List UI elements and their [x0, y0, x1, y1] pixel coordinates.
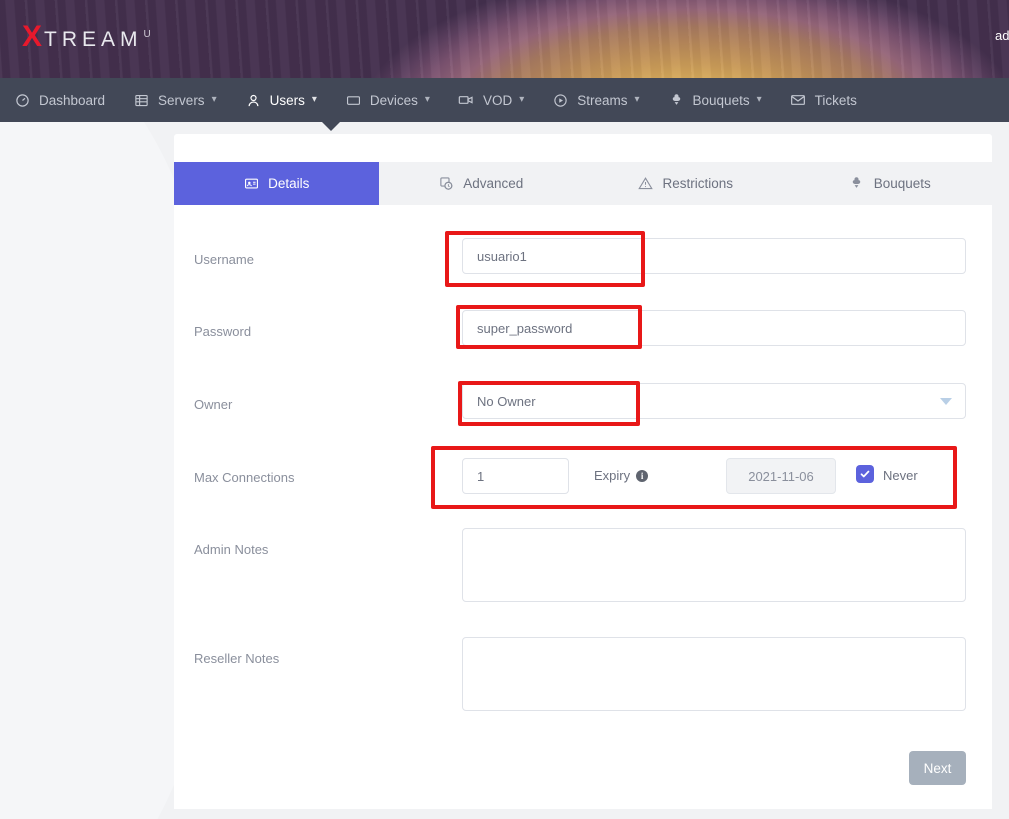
active-nav-pointer: [322, 122, 340, 131]
form-tabs: Details Advanced Restrictions: [174, 162, 992, 205]
max-connections-input[interactable]: [462, 458, 569, 494]
header-banner-background: [0, 0, 1009, 78]
nav-item-vod[interactable]: VOD ▾: [444, 78, 538, 122]
nav-label: Dashboard: [39, 93, 105, 108]
username-label: Username: [194, 252, 254, 267]
password-label: Password: [194, 324, 251, 339]
owner-label: Owner: [194, 397, 232, 412]
owner-select-value[interactable]: [462, 383, 966, 419]
servers-icon: [133, 92, 150, 109]
xtream-logo: X TREAM U: [22, 22, 151, 52]
nav-label: Bouquets: [693, 93, 750, 108]
tickets-icon: [790, 92, 807, 109]
tab-label: Advanced: [463, 176, 523, 191]
chevron-down-icon: ▾: [757, 95, 762, 105]
nav-item-bouquets[interactable]: Bouquets ▾: [654, 78, 776, 122]
nav-item-tickets[interactable]: Tickets: [776, 78, 871, 122]
account-menu[interactable]: admin: [995, 28, 1009, 43]
tab-details[interactable]: Details: [174, 162, 379, 205]
max-connections-label: Max Connections: [194, 470, 294, 485]
main-navigation: Dashboard Servers ▾ Users ▾ Devices ▾: [0, 78, 1009, 122]
info-icon[interactable]: i: [636, 470, 648, 482]
tab-label: Bouquets: [874, 176, 931, 191]
nav-item-servers[interactable]: Servers ▾: [119, 78, 231, 122]
details-form: Username Password Owner Max Connections …: [174, 205, 992, 809]
expiry-date-field[interactable]: 2021-11-06: [726, 458, 836, 494]
vod-icon: [458, 92, 475, 109]
logo-superscript: U: [144, 29, 151, 40]
nav-item-dashboard[interactable]: Dashboard: [0, 78, 119, 122]
users-icon: [245, 92, 262, 109]
nav-label: Users: [270, 93, 305, 108]
password-input[interactable]: [462, 310, 966, 346]
nav-label: Tickets: [815, 93, 857, 108]
reseller-notes-textarea[interactable]: [462, 637, 966, 711]
nav-label: Servers: [158, 93, 205, 108]
bouquets-icon: [849, 176, 865, 192]
chevron-down-icon: ▾: [425, 95, 430, 105]
tab-bouquets[interactable]: Bouquets: [788, 162, 993, 205]
never-label: Never: [883, 468, 918, 483]
reseller-notes-label: Reseller Notes: [194, 651, 279, 666]
tab-restrictions[interactable]: Restrictions: [583, 162, 788, 205]
devices-icon: [345, 92, 362, 109]
bouquets-icon: [668, 92, 685, 109]
next-button[interactable]: Next: [909, 751, 966, 785]
id-card-icon: [243, 176, 259, 192]
admin-notes-label: Admin Notes: [194, 542, 268, 557]
chevron-down-icon: ▾: [312, 95, 317, 105]
logo-x-mark: X: [22, 22, 41, 52]
settings-icon: [438, 176, 454, 192]
tab-advanced[interactable]: Advanced: [379, 162, 584, 205]
nav-label: VOD: [483, 93, 512, 108]
app-header: X TREAM U admin: [0, 0, 1009, 78]
nav-label: Streams: [577, 93, 627, 108]
tab-label: Details: [268, 176, 309, 191]
username-input[interactable]: [462, 238, 966, 274]
warning-icon: [637, 176, 653, 192]
streams-icon: [552, 92, 569, 109]
chevron-down-icon: ▾: [635, 95, 640, 105]
logo-wordmark: TREAM: [44, 28, 143, 52]
never-checkbox[interactable]: [856, 465, 874, 483]
admin-notes-textarea[interactable]: [462, 528, 966, 602]
nav-item-users[interactable]: Users ▾: [231, 78, 331, 122]
nav-item-streams[interactable]: Streams ▾: [538, 78, 653, 122]
chevron-down-icon: ▾: [212, 95, 217, 105]
dashboard-icon: [14, 92, 31, 109]
tab-label: Restrictions: [662, 176, 733, 191]
nav-item-devices[interactable]: Devices ▾: [331, 78, 444, 122]
owner-select[interactable]: [462, 383, 966, 419]
expiry-label: Expiry: [594, 468, 630, 483]
nav-label: Devices: [370, 93, 418, 108]
chevron-down-icon: ▾: [519, 95, 524, 105]
expiry-label-group: Expiry i: [594, 468, 648, 483]
